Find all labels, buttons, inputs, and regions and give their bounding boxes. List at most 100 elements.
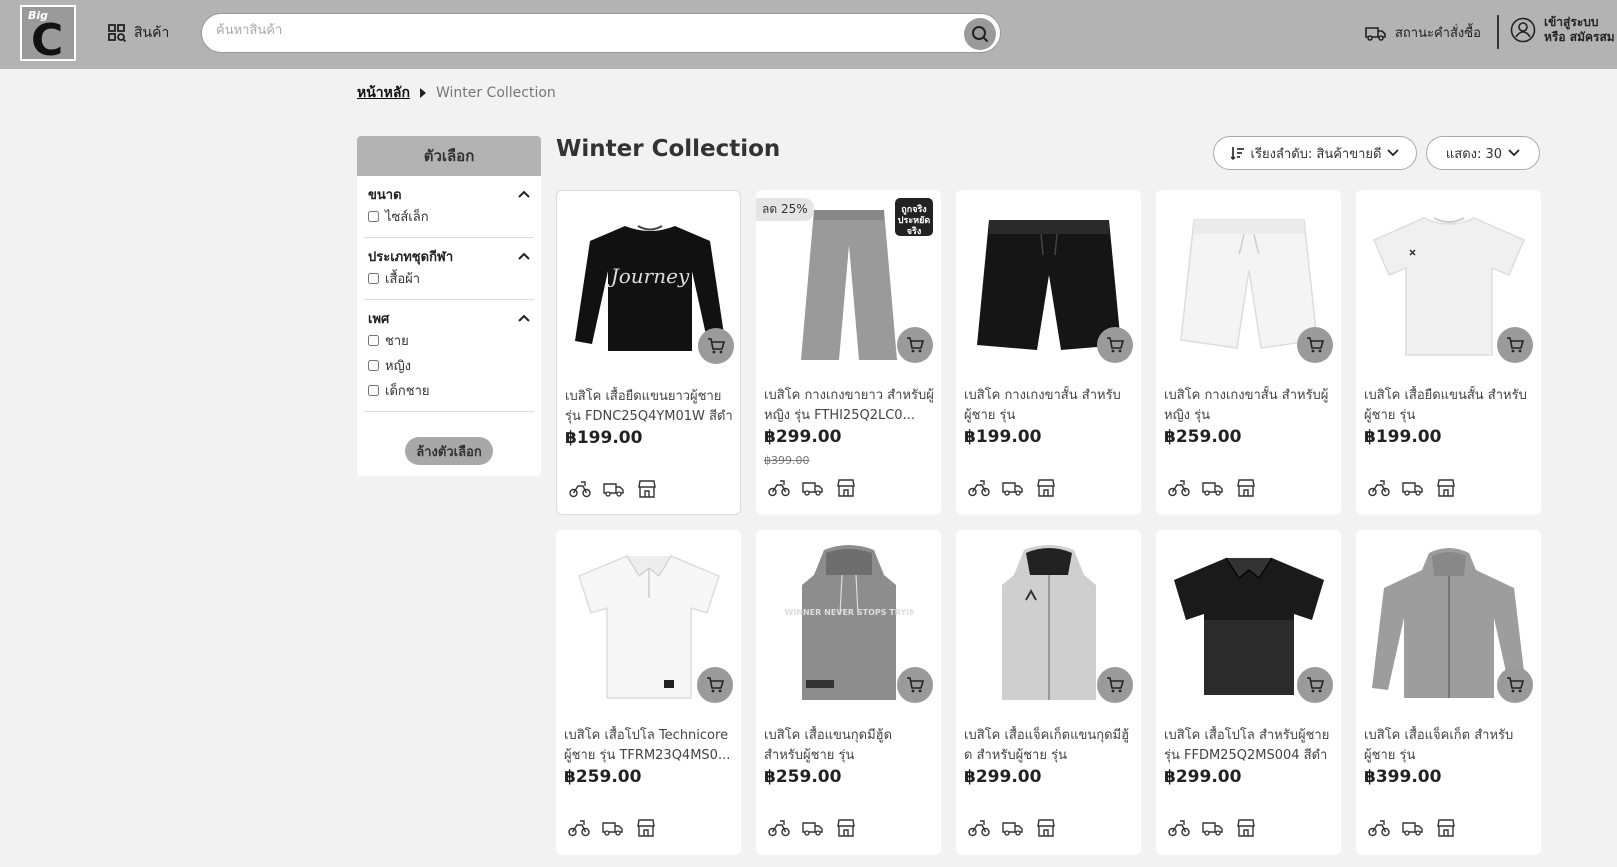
chevron-down-icon: [1387, 149, 1400, 157]
login-label: เข้าสู่ระบบ: [1544, 15, 1599, 29]
filter-checkbox[interactable]: [368, 385, 379, 396]
delivery-options: [1168, 819, 1256, 837]
product-name[interactable]: เบสิโค เสื้อยืดแขนสั้น สำหรับผู้ชาย รุ่น…: [1364, 386, 1534, 426]
add-to-cart-button[interactable]: [1497, 667, 1533, 703]
add-to-cart-button[interactable]: [698, 328, 734, 364]
filter-group-sport-type: ประเภทชุดกีฬา เสื้อผ้า: [364, 238, 534, 300]
product-card[interactable]: ลด 25% ถูกจริง ประหยัดจริง เบสิโค กางเกงขา…: [756, 190, 941, 515]
shirt-print-text: Journey: [606, 264, 689, 288]
filter-option[interactable]: หญิง: [368, 353, 530, 378]
product-card[interactable]: เบสิโค กางเกงขาสั้น สำหรับผู้หญิง รุ่น F…: [1156, 190, 1341, 515]
clear-filters-button[interactable]: ล้างตัวเลือก: [405, 437, 493, 465]
product-name[interactable]: เบสิโค เสื้อแจ็คเก็ตแขนกุดมีฮู้ด สำหรับผ…: [964, 726, 1134, 766]
breadcrumb-current: Winter Collection: [435, 85, 556, 101]
search-input[interactable]: [216, 23, 936, 38]
motorbike-delivery-icon: [1168, 820, 1190, 837]
filter-option[interactable]: ชาย: [368, 328, 530, 353]
deal-badge: ถูกจริง ประหยัดจริง: [895, 198, 933, 237]
store-pickup-icon: [1437, 819, 1455, 837]
filter-checkbox[interactable]: [368, 360, 379, 371]
add-to-cart-button[interactable]: [1297, 667, 1333, 703]
add-to-cart-button[interactable]: [1497, 327, 1533, 363]
filter-option[interactable]: เสื้อผ้า: [368, 266, 530, 291]
filter-group-header[interactable]: ขนาด: [368, 184, 530, 204]
product-price: ฿259.00: [764, 767, 842, 787]
store-pickup-icon: [837, 819, 855, 837]
cart-icon: [907, 337, 924, 353]
order-status-label: สถานะคำสั่งซื้อ: [1395, 26, 1481, 41]
add-to-cart-button[interactable]: [1097, 327, 1133, 363]
login-link[interactable]: เข้าสู่ระบบ หรือ สมัครสม: [1510, 15, 1615, 45]
product-name[interactable]: เบสิโค เสื้อแจ็คเก็ต สำหรับผู้ชาย รุ่น F…: [1364, 726, 1534, 766]
add-to-cart-button[interactable]: [897, 667, 933, 703]
logo-letter: C: [31, 15, 64, 66]
product-card[interactable]: เบสิโค กางเกงขาสั้น สำหรับผู้ชาย รุ่น BF…: [956, 190, 1141, 515]
bigc-logo[interactable]: Big C: [20, 5, 76, 66]
store-pickup-icon: [637, 819, 655, 837]
product-card[interactable]: เบสิโค เสื้อโปโล สำหรับผู้ชาย รุ่น FFDM2…: [1156, 530, 1341, 855]
filter-checkbox[interactable]: [368, 211, 379, 222]
products-menu-label: สินค้า: [134, 25, 170, 41]
motorbike-delivery-icon: [1168, 480, 1190, 497]
add-to-cart-button[interactable]: [1097, 667, 1133, 703]
register-label: หรือ สมัครสม: [1544, 30, 1615, 44]
category-grid-icon: [108, 24, 126, 42]
product-name[interactable]: เบสิโค กางเกงขายาว สำหรับผู้หญิง รุ่น FT…: [764, 386, 934, 426]
motorbike-delivery-icon: [569, 481, 591, 498]
product-card[interactable]: Journey เบสิโค เสื้อยืดแขนยาวผู้ชาย รุ่น …: [556, 190, 741, 515]
sort-dropdown[interactable]: เรียงลำดับ: สินค้าขายดี: [1213, 136, 1417, 170]
filter-group-title: ขนาด: [368, 187, 402, 203]
add-to-cart-button[interactable]: [1297, 327, 1333, 363]
truck-delivery-icon: [1402, 482, 1423, 496]
product-price: ฿259.00: [1164, 427, 1242, 447]
order-status-link[interactable]: สถานะคำสั่งซื้อ: [1365, 22, 1481, 43]
filter-group-title: ประเภทชุดกีฬา: [368, 249, 454, 265]
delivery-options: [768, 479, 856, 497]
page-size-dropdown[interactable]: แสดง: 30: [1426, 136, 1540, 170]
product-price: ฿399.00: [1364, 767, 1442, 787]
add-to-cart-button[interactable]: [697, 667, 733, 703]
breadcrumb-home[interactable]: หน้าหลัก: [357, 82, 410, 104]
product-name[interactable]: เบสิโค เสื้อแขนกุดมีฮู้ด สำหรับผู้ชาย รุ…: [764, 726, 934, 766]
delivery-options: [1368, 479, 1456, 497]
product-name[interactable]: เบสิโค กางเกงขาสั้น สำหรับผู้หญิง รุ่น F…: [1164, 386, 1334, 426]
product-card[interactable]: เบสิโค เสื้อโปโล Technicore ผู้ชาย รุ่น …: [556, 530, 741, 855]
filter-checkbox[interactable]: [368, 273, 379, 284]
cart-icon: [707, 677, 724, 693]
delivery-options: [1368, 819, 1456, 837]
filter-checkbox[interactable]: [368, 335, 379, 346]
product-card[interactable]: เบสิโค เสื้อแจ็คเก็ต สำหรับผู้ชาย รุ่น F…: [1356, 530, 1541, 855]
product-price: ฿259.00: [564, 767, 642, 787]
sort-icon: [1230, 147, 1244, 160]
store-pickup-icon: [638, 480, 656, 498]
delivery-options: [568, 819, 656, 837]
filter-option[interactable]: เด็กชาย: [368, 378, 530, 403]
product-price: ฿199.00: [565, 428, 643, 448]
chevron-up-icon: [518, 190, 530, 198]
cart-icon: [1107, 677, 1124, 693]
delivery-options: [569, 480, 657, 498]
header-divider: [1497, 15, 1499, 49]
filter-group-header[interactable]: เพศ: [368, 308, 530, 328]
delivery-options: [968, 479, 1056, 497]
search-button[interactable]: [964, 18, 996, 50]
product-name[interactable]: เบสิโค เสื้อโปโล สำหรับผู้ชาย รุ่น FFDM2…: [1164, 726, 1334, 766]
product-card[interactable]: เบสิโค เสื้อแจ็คเก็ตแขนกุดมีฮู้ด สำหรับผ…: [956, 530, 1141, 855]
product-name[interactable]: เบสิโค เสื้อยืดแขนยาวผู้ชาย รุ่น FDNC25Q…: [565, 387, 735, 427]
filter-title: ตัวเลือก: [357, 136, 541, 176]
filter-option[interactable]: ไซส์เล็ก: [368, 204, 530, 229]
product-name[interactable]: เบสิโค กางเกงขาสั้น สำหรับผู้ชาย รุ่น BF…: [964, 386, 1134, 426]
add-to-cart-button[interactable]: [897, 327, 933, 363]
product-card[interactable]: เบสิโค เสื้อยืดแขนสั้น สำหรับผู้ชาย รุ่น…: [1356, 190, 1541, 515]
cart-icon: [708, 338, 725, 354]
top-bar: Big C สินค้า สถานะคำสั่งซื้อ เข้าสู่ระบบ…: [0, 0, 1617, 69]
filter-group-header[interactable]: ประเภทชุดกีฬา: [368, 246, 530, 266]
products-menu-button[interactable]: สินค้า: [108, 22, 169, 44]
truck-delivery-icon: [603, 483, 624, 497]
store-pickup-icon: [1437, 479, 1455, 497]
filter-group-size: ขนาด ไซส์เล็ก: [364, 176, 534, 238]
product-name[interactable]: เบสิโค เสื้อโปโล Technicore ผู้ชาย รุ่น …: [564, 726, 734, 766]
product-card[interactable]: A WINNER NEVER STOPS TRYING เบสิโค เสื้อแ…: [756, 530, 941, 855]
store-pickup-icon: [1237, 479, 1255, 497]
search-icon: [972, 26, 989, 43]
